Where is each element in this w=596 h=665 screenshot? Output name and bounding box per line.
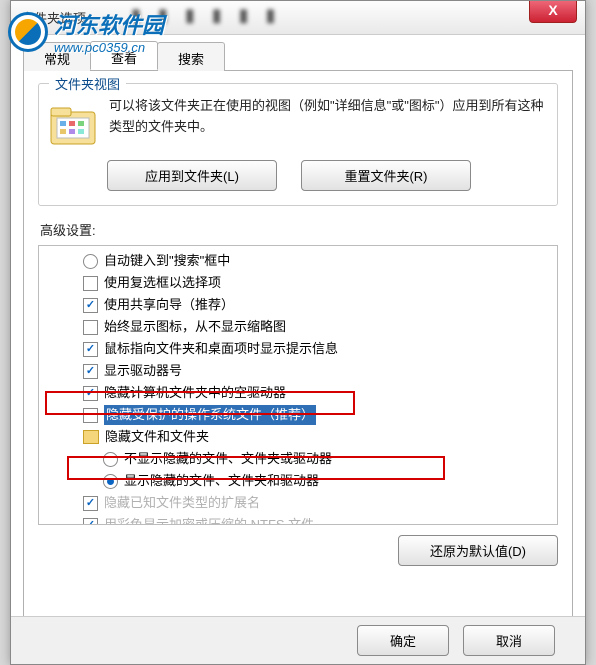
- folder-view-group-title: 文件夹视图: [49, 74, 126, 93]
- adv-item-6[interactable]: 隐藏计算机文件夹中的空驱动器: [41, 382, 555, 404]
- adv-item-5[interactable]: 显示驱动器号: [41, 360, 555, 382]
- adv-item-label: 始终显示图标，从不显示缩略图: [104, 317, 286, 337]
- restore-defaults-button[interactable]: 还原为默认值(D): [398, 535, 558, 566]
- tab-view[interactable]: 查看: [90, 41, 158, 70]
- cancel-button[interactable]: 取消: [463, 625, 555, 656]
- folder-view-icon: [49, 102, 97, 146]
- adv-item-label: 隐藏受保护的操作系统文件（推荐）: [104, 405, 316, 425]
- adv-item-10[interactable]: 显示隐藏的文件、文件夹和驱动器: [41, 470, 555, 492]
- checkbox-control[interactable]: [83, 496, 98, 511]
- adv-item-7[interactable]: 隐藏受保护的操作系统文件（推荐）: [41, 404, 555, 426]
- adv-item-label: 自动键入到"搜索"框中: [104, 251, 230, 271]
- checkbox-control[interactable]: [83, 342, 98, 357]
- folder-view-description: 可以将该文件夹正在使用的视图（例如"详细信息"或"图标"）应用到所有这种类型的文…: [109, 96, 547, 146]
- advanced-settings-list[interactable]: 自动键入到"搜索"框中使用复选框以选择项使用共享向导（推荐）始终显示图标，从不显…: [38, 245, 558, 525]
- adv-item-label: 显示驱动器号: [104, 361, 182, 381]
- tab-general[interactable]: 常规: [23, 42, 91, 71]
- blurred-background: ▮ ▮ ▮ ▮ ▮ ▮: [131, 5, 471, 31]
- checkbox-control[interactable]: [83, 386, 98, 401]
- view-panel: 文件夹视图: [23, 71, 573, 631]
- folder-icon: [83, 430, 99, 444]
- adv-item-1[interactable]: 使用复选框以选择项: [41, 272, 555, 294]
- checkbox-control[interactable]: [83, 364, 98, 379]
- radio-control[interactable]: [83, 254, 98, 269]
- ok-button[interactable]: 确定: [357, 625, 449, 656]
- radio-control[interactable]: [103, 452, 118, 467]
- folder-options-dialog: 文件夹选项 ▮ ▮ ▮ ▮ ▮ ▮ X 常规 查看 搜索 文件夹视图: [10, 0, 586, 665]
- checkbox-control[interactable]: [83, 320, 98, 335]
- apply-to-folders-button[interactable]: 应用到文件夹(L): [107, 160, 277, 191]
- adv-item-8: 隐藏文件和文件夹: [41, 426, 555, 448]
- adv-item-2[interactable]: 使用共享向导（推荐）: [41, 294, 555, 316]
- adv-item-label: 不显示隐藏的文件、文件夹或驱动器: [124, 449, 332, 469]
- folder-view-group: 文件夹视图: [38, 83, 558, 206]
- adv-item-label: 鼠标指向文件夹和桌面项时显示提示信息: [104, 339, 338, 359]
- checkbox-control[interactable]: [83, 518, 98, 526]
- dialog-footer: 确定 取消: [11, 616, 585, 664]
- checkbox-control[interactable]: [83, 408, 98, 423]
- adv-item-3[interactable]: 始终显示图标，从不显示缩略图: [41, 316, 555, 338]
- adv-item-12[interactable]: 用彩色显示加密或压缩的 NTFS 文件: [41, 514, 555, 525]
- adv-item-label: 隐藏文件和文件夹: [105, 427, 209, 447]
- checkbox-control[interactable]: [83, 298, 98, 313]
- titlebar: 文件夹选项 ▮ ▮ ▮ ▮ ▮ ▮ X: [11, 1, 585, 35]
- adv-item-0[interactable]: 自动键入到"搜索"框中: [41, 250, 555, 272]
- adv-item-label: 使用复选框以选择项: [104, 273, 221, 293]
- adv-item-label: 隐藏计算机文件夹中的空驱动器: [104, 383, 286, 403]
- tab-search[interactable]: 搜索: [157, 42, 225, 71]
- adv-item-label: 隐藏已知文件类型的扩展名: [104, 493, 260, 513]
- adv-item-label: 显示隐藏的文件、文件夹和驱动器: [124, 471, 319, 491]
- radio-control[interactable]: [103, 474, 118, 489]
- close-button[interactable]: X: [529, 1, 577, 23]
- adv-item-4[interactable]: 鼠标指向文件夹和桌面项时显示提示信息: [41, 338, 555, 360]
- checkbox-control[interactable]: [83, 276, 98, 291]
- close-icon: X: [548, 2, 557, 18]
- reset-folders-button[interactable]: 重置文件夹(R): [301, 160, 471, 191]
- tab-strip: 常规 查看 搜索: [23, 41, 573, 71]
- adv-item-9[interactable]: 不显示隐藏的文件、文件夹或驱动器: [41, 448, 555, 470]
- adv-item-label: 用彩色显示加密或压缩的 NTFS 文件: [104, 515, 314, 525]
- advanced-settings-label: 高级设置:: [40, 220, 558, 239]
- adv-item-11[interactable]: 隐藏已知文件类型的扩展名: [41, 492, 555, 514]
- adv-item-label: 使用共享向导（推荐）: [104, 295, 234, 315]
